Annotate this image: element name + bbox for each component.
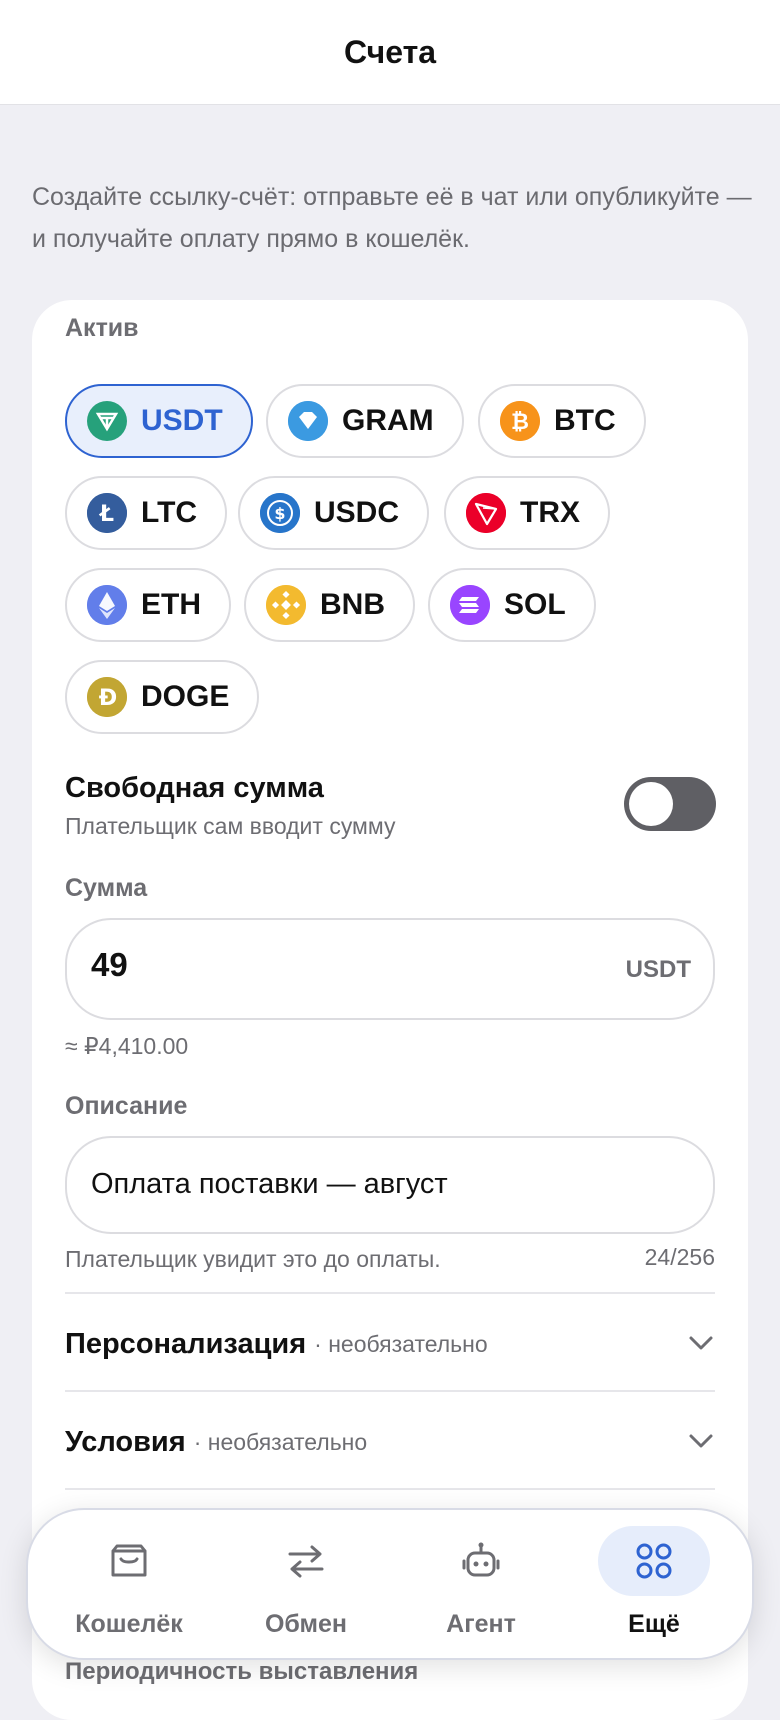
litecoin-icon: Ł bbox=[87, 493, 127, 533]
section-optional: · необязательно bbox=[314, 1330, 488, 1357]
toggle-knob bbox=[629, 782, 673, 826]
asset-chip-label: USDT bbox=[141, 404, 223, 437]
free-amount-toggle[interactable] bbox=[624, 777, 716, 831]
section-personalization[interactable]: Персонализация · необязательно bbox=[65, 1314, 715, 1374]
divider bbox=[65, 1390, 715, 1392]
description-field[interactable]: Оплата поставки — август bbox=[65, 1136, 715, 1234]
exchange-icon bbox=[288, 1545, 324, 1578]
description-value: Оплата поставки — август bbox=[91, 1168, 448, 1200]
bottom-nav: Кошелёк Обмен Агент Ещё bbox=[26, 1508, 754, 1660]
asset-label: Актив bbox=[65, 314, 139, 342]
description-counter: 24/256 bbox=[644, 1244, 715, 1270]
wallet-icon bbox=[111, 1544, 147, 1577]
asset-chip-ltc[interactable]: Ł LTC bbox=[65, 476, 228, 550]
chevron-down-icon bbox=[689, 1336, 713, 1350]
asset-chip-label: TRX bbox=[520, 496, 580, 529]
dogecoin-icon: Ð bbox=[87, 677, 127, 717]
asset-chip-trx[interactable]: TRX bbox=[444, 476, 610, 550]
description-label: Описание bbox=[65, 1092, 188, 1120]
nav-label: Агент bbox=[446, 1610, 516, 1638]
nav-exchange[interactable]: Обмен bbox=[250, 1526, 362, 1642]
asset-chip-doge[interactable]: Ð DOGE bbox=[65, 660, 260, 734]
section-conditions[interactable]: Условия · необязательно bbox=[65, 1412, 715, 1472]
nav-more[interactable]: Ещё bbox=[598, 1526, 710, 1642]
nav-agent[interactable]: Агент bbox=[425, 1526, 537, 1642]
header: Счета bbox=[0, 0, 780, 105]
free-amount-subtitle: Плательщик сам вводит сумму bbox=[65, 813, 396, 839]
chevron-down-icon bbox=[689, 1434, 713, 1448]
asset-chip-label: DOGE bbox=[141, 680, 230, 713]
amount-currency: USDT bbox=[625, 956, 691, 983]
svg-text:Ð: Ð bbox=[99, 686, 117, 711]
asset-chip-label: GRAM bbox=[342, 404, 434, 437]
svg-text:₿: ₿ bbox=[511, 410, 529, 435]
amount-value: 49 bbox=[91, 946, 128, 983]
asset-chip-bnb[interactable]: BNB bbox=[244, 568, 415, 642]
asset-chip-label: LTC bbox=[141, 496, 198, 529]
page-title: Счета bbox=[343, 33, 437, 70]
section-title: Персонализация bbox=[65, 1327, 307, 1360]
asset-chip-sol[interactable]: SOL bbox=[428, 568, 596, 642]
amount-approx: ≈ ₽4,410.00 bbox=[65, 1033, 189, 1059]
nav-label: Кошелёк bbox=[75, 1610, 183, 1638]
svg-text:$: $ bbox=[274, 504, 285, 523]
asset-chip-label: BNB bbox=[320, 588, 385, 621]
asset-chip-label: SOL bbox=[504, 588, 566, 621]
invoice-form-card: Актив USDT GRAM ₿ BTC Ł LTC $ USDC TRX E… bbox=[32, 300, 748, 1720]
asset-chip-usdc[interactable]: $ USDC bbox=[238, 476, 430, 550]
nav-label: Ещё bbox=[628, 1610, 680, 1638]
asset-chip-label: ETH bbox=[141, 588, 201, 621]
robot-icon bbox=[462, 1542, 500, 1577]
asset-chip-usdt[interactable]: USDT bbox=[65, 384, 253, 458]
bitcoin-icon: ₿ bbox=[500, 401, 540, 441]
intro-text: Создайте ссылку-счёт: отправьте её в чат… bbox=[32, 183, 752, 253]
asset-chip-label: BTC bbox=[554, 404, 616, 437]
divider bbox=[65, 1292, 715, 1294]
section-recurrence-label[interactable]: Периодичность выставления bbox=[65, 1658, 418, 1686]
asset-chip-gram[interactable]: GRAM bbox=[266, 384, 464, 458]
section-optional: · необязательно bbox=[193, 1428, 368, 1455]
amount-label: Сумма bbox=[65, 874, 148, 902]
nav-label: Обмен bbox=[264, 1610, 348, 1638]
asset-chip-btc[interactable]: ₿ BTC bbox=[478, 384, 646, 458]
grid-icon bbox=[636, 1543, 672, 1579]
description-helper: Плательщик увидит это до оплаты. bbox=[65, 1246, 441, 1272]
svg-text:Ł: Ł bbox=[99, 502, 114, 527]
tron-icon bbox=[466, 493, 506, 533]
ethereum-icon bbox=[87, 585, 127, 625]
usdc-icon: $ bbox=[260, 493, 300, 533]
bnb-icon bbox=[266, 585, 306, 625]
section-title: Условия bbox=[65, 1425, 186, 1458]
gram-icon bbox=[288, 401, 328, 441]
tether-icon bbox=[87, 401, 127, 441]
amount-field[interactable]: 49 USDT bbox=[65, 918, 715, 1020]
nav-wallet[interactable]: Кошелёк bbox=[73, 1526, 185, 1642]
solana-icon bbox=[450, 585, 490, 625]
divider bbox=[65, 1488, 715, 1490]
free-amount-title: Свободная сумма bbox=[65, 772, 324, 804]
asset-chip-label: USDC bbox=[314, 496, 400, 529]
asset-chip-eth[interactable]: ETH bbox=[65, 568, 231, 642]
